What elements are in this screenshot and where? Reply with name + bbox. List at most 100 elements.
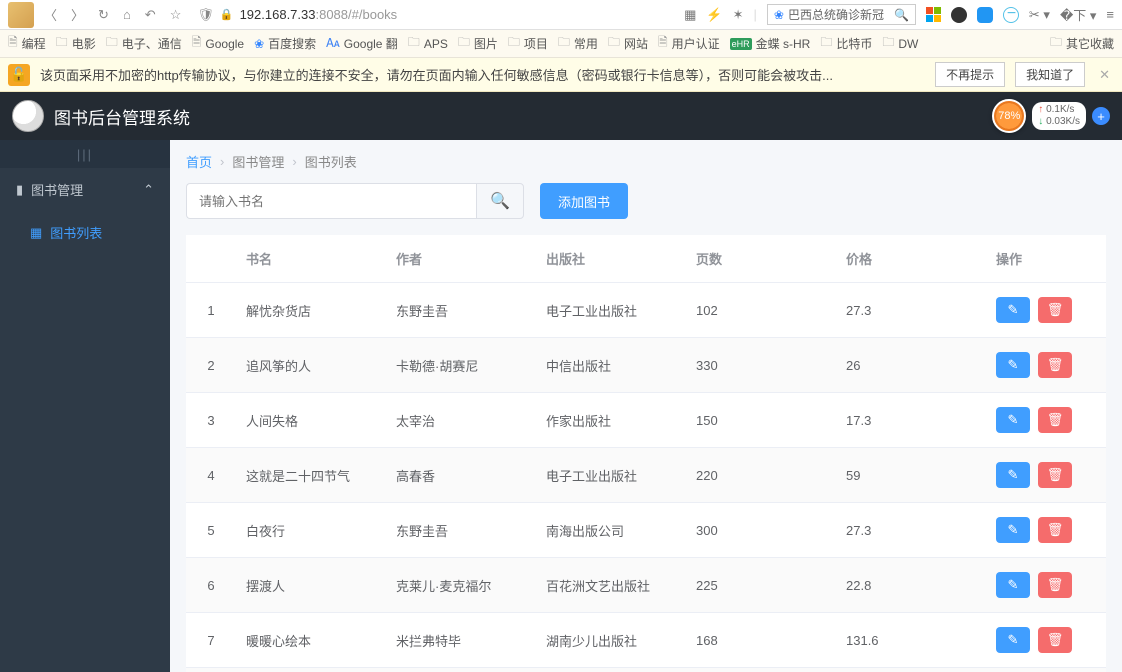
delete-button[interactable]: 🗑 [1038, 297, 1072, 323]
trash-icon: 🗑 [1047, 467, 1064, 483]
bookmark-item[interactable]: 🗀电影 [56, 33, 96, 54]
close-icon[interactable]: ✕ [1095, 67, 1114, 83]
cell-price: 17.3 [836, 399, 986, 442]
table-row: 7暖暖心绘本米拦弗特毕湖南少儿出版社168131.6✎🗑 [186, 613, 1106, 668]
edit-button[interactable]: ✎ [996, 627, 1030, 653]
bookmark-other[interactable]: 🗀其它收藏 [1050, 33, 1114, 54]
cell-index: 5 [186, 509, 236, 552]
flash-icon[interactable]: ⚡ [706, 7, 722, 23]
table-row: 5白夜行东野圭吾南海出版公司30027.3✎🗑 [186, 503, 1106, 558]
translate-icon: 🗛 [326, 36, 340, 51]
edit-button[interactable]: ✎ [996, 572, 1030, 598]
forward-icon[interactable]: 〉 [71, 5, 84, 24]
bookmark-label: DW [898, 37, 918, 51]
cell-operation: ✎🗑 [986, 338, 1106, 392]
bookmark-item[interactable]: 🗎Google [192, 33, 244, 54]
reload-icon[interactable]: ↻ [98, 7, 109, 23]
bookmark-item[interactable]: 🗛Google 翻 [326, 35, 398, 52]
bookmark-label: 比特币 [836, 35, 872, 52]
address-bar[interactable]: 🛡︎ 🔒 192.168.7.33:8088/#/books [197, 7, 397, 23]
menu-icon[interactable]: ≡ [1106, 7, 1114, 22]
cell-publisher: 百花洲文艺出版社 [536, 562, 686, 609]
edit-icon: ✎ [1008, 632, 1019, 648]
undo-icon[interactable]: ↶ [145, 7, 156, 23]
cell-pages: 330 [686, 344, 836, 387]
ext-icon-minus[interactable]: − [1003, 7, 1019, 23]
plus-icon[interactable]: + [1092, 107, 1110, 125]
bookmark-label: 常用 [574, 35, 598, 52]
add-book-button[interactable]: 添加图书 [540, 183, 628, 219]
bookmark-item[interactable]: ❀百度搜索 [254, 35, 316, 52]
bookmark-item[interactable]: 🗀图片 [458, 33, 498, 54]
bookmark-item[interactable]: 🗀APS [408, 33, 448, 54]
delete-button[interactable]: 🗑 [1038, 517, 1072, 543]
trash-icon: 🗑 [1047, 412, 1064, 428]
edit-icon: ✎ [1008, 357, 1019, 373]
bookmark-label: 用户认证 [672, 35, 720, 52]
scissors-icon[interactable]: ✂ ▾ [1029, 7, 1050, 23]
sidebar-parent-label: 图书管理 [31, 180, 83, 199]
content-area: 首页 › 图书管理 › 图书列表 🔍 添加图书 书名 作者 [170, 140, 1122, 672]
edit-icon: ✎ [1008, 522, 1019, 538]
ext-icon-blue[interactable] [977, 7, 993, 23]
home-icon[interactable]: ⌂ [123, 7, 131, 22]
browser-search[interactable]: ❀ 巴西总统确诊新冠 🔍 [767, 4, 916, 25]
microsoft-icon[interactable] [926, 7, 941, 22]
cell-publisher: 南海出版公司 [536, 507, 686, 554]
delete-button[interactable]: 🗑 [1038, 572, 1072, 598]
bookmark-label: 项目 [524, 35, 548, 52]
security-warning-bar: 🔓 该页面采用不加密的http传输协议，与你建立的连接不安全，请勿在页面内输入任… [0, 58, 1122, 92]
cell-index: 3 [186, 399, 236, 442]
acknowledge-button[interactable]: 我知道了 [1015, 62, 1085, 87]
breadcrumb-l1: 图书管理 [232, 152, 284, 171]
breadcrumb-home[interactable]: 首页 [186, 152, 212, 171]
search-button[interactable]: 🔍 [476, 183, 524, 219]
bookmark-item[interactable]: 🗀DW [882, 33, 918, 54]
folder-icon: 🗀 [1050, 33, 1062, 54]
edit-button[interactable]: ✎ [996, 407, 1030, 433]
delete-button[interactable]: 🗑 [1038, 627, 1072, 653]
ext-star-icon[interactable]: ✶ [733, 7, 744, 23]
edit-button[interactable]: ✎ [996, 297, 1030, 323]
sidebar-item-book-list[interactable]: ▦ 图书列表 [0, 211, 170, 254]
bookmark-item[interactable]: 🗀项目 [508, 33, 548, 54]
search-input[interactable] [186, 183, 476, 219]
bookmark-label: Google [205, 37, 244, 51]
cell-pages: 300 [686, 509, 836, 552]
bookmark-item[interactable]: 🗎用户认证 [658, 33, 720, 54]
bookmark-item[interactable]: 🗀网站 [608, 33, 648, 54]
doc-icon: 🗎 [658, 33, 668, 54]
bookmark-item[interactable]: eHR金蝶 s-HR [730, 35, 811, 52]
cell-name: 人间失格 [236, 397, 386, 444]
chevron-right-icon: › [220, 154, 224, 169]
security-warning-text: 该页面采用不加密的http传输协议，与你建立的连接不安全，请勿在页面内输入任何敏… [40, 65, 925, 84]
edit-button[interactable]: ✎ [996, 517, 1030, 543]
delete-button[interactable]: 🗑 [1038, 462, 1072, 488]
bookmark-item[interactable]: 🗀比特币 [820, 33, 872, 54]
th-pages: 页数 [686, 235, 836, 282]
sidebar-collapse[interactable]: ||| [0, 140, 170, 168]
edit-button[interactable]: ✎ [996, 352, 1030, 378]
bookmark-label: APS [424, 37, 448, 51]
star-icon[interactable]: ☆ [170, 7, 182, 23]
edit-button[interactable]: ✎ [996, 462, 1030, 488]
user-avatar[interactable] [12, 100, 44, 132]
profile-avatar[interactable] [8, 2, 34, 28]
back-icon[interactable]: 〈 [44, 5, 57, 24]
download-icon[interactable]: �下 ▾ [1060, 5, 1096, 24]
bookmark-item[interactable]: 🗀常用 [558, 33, 598, 54]
delete-button[interactable]: 🗑 [1038, 352, 1072, 378]
insecure-lock-icon: 🔒 [220, 8, 234, 21]
bookmark-label: 图片 [474, 35, 498, 52]
dismiss-button[interactable]: 不再提示 [935, 62, 1005, 87]
delete-button[interactable]: 🗑 [1038, 407, 1072, 433]
sidebar-item-books[interactable]: ▮ 图书管理 ⌃ [0, 168, 170, 211]
ext-icon-dark[interactable] [951, 7, 967, 23]
speed-down: 0.03K/s [1038, 116, 1080, 128]
speed-widget[interactable]: 78% 0.1K/s 0.03K/s + [992, 99, 1110, 133]
sidebar: ||| ▮ 图书管理 ⌃ ▦ 图书列表 [0, 140, 170, 672]
bookmark-item[interactable]: 🗎编程 [8, 33, 46, 54]
qr-icon[interactable]: ▦ [684, 7, 696, 23]
bookmark-item[interactable]: 🗀电子、通信 [106, 33, 182, 54]
app-title: 图书后台管理系统 [54, 104, 190, 129]
